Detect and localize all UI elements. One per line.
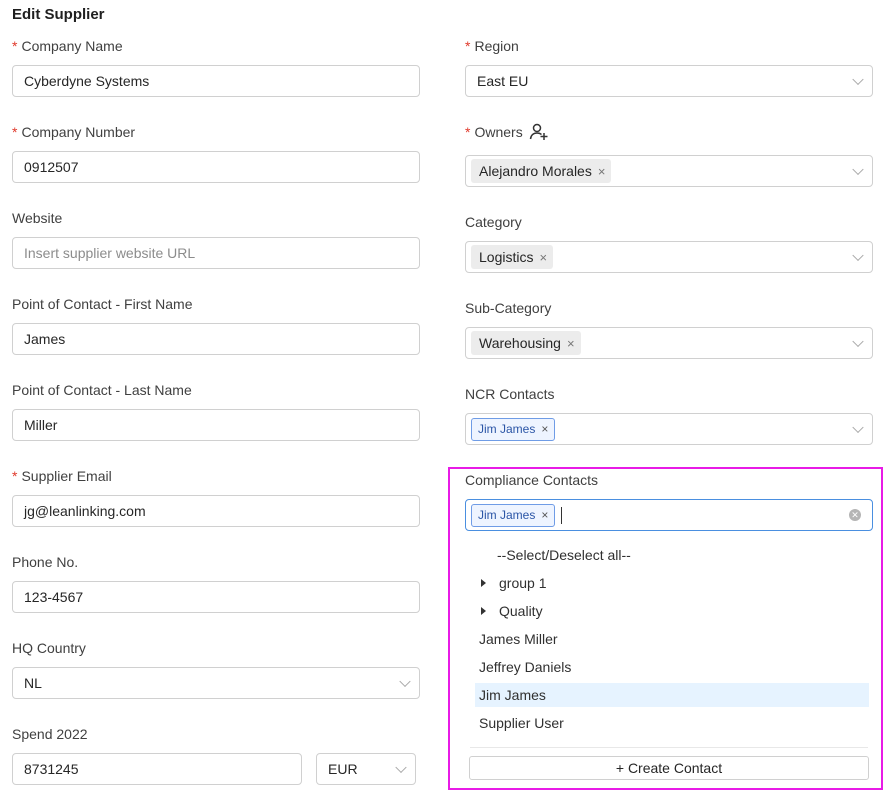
- category-tag: Logistics ×: [471, 245, 554, 269]
- compliance-contacts-dropdown: --Select/Deselect all-- group 1 Quality …: [465, 537, 873, 785]
- group-option-quality[interactable]: Quality: [475, 599, 869, 623]
- region-select[interactable]: East EU: [465, 65, 873, 97]
- spend-input[interactable]: 8731245: [12, 753, 302, 785]
- category-label: Category: [465, 214, 522, 230]
- poc-last-name-label: Point of Contact - Last Name: [12, 382, 192, 398]
- option-jim-james[interactable]: Jim James: [475, 683, 869, 707]
- category-select[interactable]: Logistics ×: [465, 241, 873, 273]
- compliance-contacts-select[interactable]: Jim James × ✕: [465, 499, 873, 531]
- phone-label: Phone No.: [12, 554, 79, 570]
- supplier-email-label: * Supplier Email: [12, 468, 112, 484]
- sub-category-select[interactable]: Warehousing ×: [465, 327, 873, 359]
- page-title: Edit Supplier: [12, 6, 105, 23]
- website-label: Website: [12, 210, 63, 226]
- company-number-input[interactable]: 0912507: [12, 151, 420, 183]
- region-label: * Region: [465, 38, 519, 54]
- supplier-email-input[interactable]: jg@leanlinking.com: [12, 495, 420, 527]
- chevron-down-icon: [852, 73, 864, 86]
- text-cursor: [561, 506, 563, 524]
- ncr-contacts-select[interactable]: Jim James ×: [465, 413, 873, 445]
- hq-country-label: HQ Country: [12, 640, 86, 656]
- chevron-down-icon: [852, 421, 864, 434]
- chevron-down-icon: [399, 675, 411, 688]
- ncr-contact-tag: Jim James ×: [471, 417, 556, 441]
- ncr-contacts-label: NCR Contacts: [465, 386, 555, 402]
- create-contact-button[interactable]: + Create Contact: [469, 756, 869, 780]
- poc-first-name-input[interactable]: James: [12, 323, 420, 355]
- close-icon[interactable]: ×: [541, 422, 548, 436]
- select-all-option[interactable]: --Select/Deselect all--: [475, 543, 869, 567]
- chevron-down-icon: [852, 335, 864, 348]
- chevron-down-icon: [395, 761, 407, 774]
- owners-select[interactable]: Alejandro Morales ×: [465, 155, 873, 187]
- phone-input[interactable]: 123-4567: [12, 581, 420, 613]
- company-name-input[interactable]: Cyberdyne Systems: [12, 65, 420, 97]
- poc-first-name-label: Point of Contact - First Name: [12, 296, 193, 312]
- caret-right-icon[interactable]: [481, 579, 486, 587]
- company-number-label: * Company Number: [12, 124, 136, 140]
- chevron-down-icon: [852, 163, 864, 176]
- user-plus-icon[interactable]: [529, 122, 549, 145]
- spend-label: Spend 2022: [12, 726, 88, 742]
- hq-country-select[interactable]: NL: [12, 667, 420, 699]
- compliance-contacts-label: Compliance Contacts: [465, 472, 599, 488]
- close-icon[interactable]: ×: [541, 508, 548, 522]
- chevron-down-icon: [852, 249, 864, 262]
- owner-tag: Alejandro Morales ×: [471, 159, 612, 183]
- owners-label: * Owners: [465, 122, 549, 145]
- poc-last-name-input[interactable]: Miller: [12, 409, 420, 441]
- currency-select[interactable]: EUR: [316, 753, 416, 785]
- compliance-contact-tag: Jim James ×: [471, 503, 556, 527]
- clear-circle-icon[interactable]: ✕: [849, 509, 861, 521]
- caret-right-icon[interactable]: [481, 607, 486, 615]
- sub-category-tag: Warehousing ×: [471, 331, 581, 355]
- close-icon[interactable]: ×: [598, 164, 606, 179]
- dropdown-divider: [470, 747, 868, 748]
- close-icon[interactable]: ×: [567, 336, 575, 351]
- option-jeffrey-daniels[interactable]: Jeffrey Daniels: [475, 655, 869, 679]
- group-option-group-1[interactable]: group 1: [475, 571, 869, 595]
- sub-category-label: Sub-Category: [465, 300, 552, 316]
- company-name-label: * Company Name: [12, 38, 123, 54]
- option-james-miller[interactable]: James Miller: [475, 627, 869, 651]
- close-icon[interactable]: ×: [539, 250, 547, 265]
- option-supplier-user[interactable]: Supplier User: [475, 711, 869, 735]
- website-input[interactable]: Insert supplier website URL: [12, 237, 420, 269]
